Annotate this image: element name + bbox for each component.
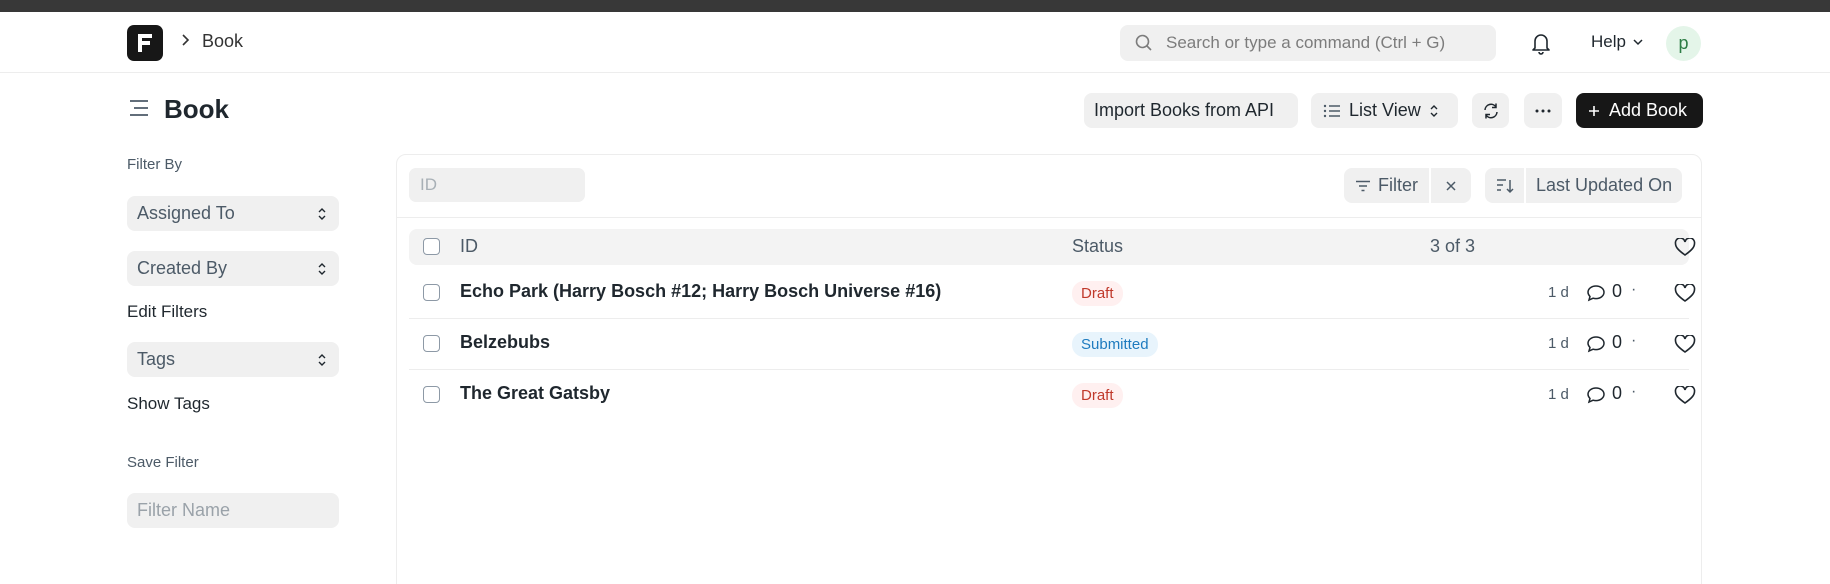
- table-row[interactable]: The Great Gatsby Draft 1 d 0 ·: [409, 370, 1696, 421]
- like-heart-icon[interactable]: [1674, 334, 1696, 359]
- app-logo[interactable]: [127, 25, 163, 61]
- assigned-to-label: Assigned To: [137, 203, 235, 223]
- edit-filters-link[interactable]: Edit Filters: [127, 302, 207, 322]
- close-icon: [1446, 180, 1456, 191]
- more-actions-button[interactable]: [1524, 93, 1562, 128]
- help-dropdown[interactable]: Help: [1591, 32, 1644, 52]
- status-badge: Submitted: [1072, 332, 1158, 357]
- assigned-to-select[interactable]: Assigned To: [127, 196, 339, 231]
- page-title: Book: [164, 94, 229, 124]
- column-header-id: ID: [460, 236, 478, 256]
- record-count: 3 of 3: [1430, 236, 1476, 256]
- breadcrumb-book[interactable]: Book: [202, 31, 243, 52]
- show-tags-link[interactable]: Show Tags: [127, 394, 210, 414]
- row-checkbox[interactable]: [423, 386, 440, 403]
- filter-group: Filter: [1344, 168, 1471, 203]
- search-icon: [1135, 34, 1153, 57]
- like-heart-icon[interactable]: [1674, 385, 1696, 410]
- comment-icon: [1586, 335, 1606, 358]
- import-books-button[interactable]: Import Books from API: [1084, 93, 1298, 128]
- comment-count: 0: [1612, 383, 1623, 403]
- divider: [397, 217, 1701, 218]
- updown-chevron-icon: [318, 208, 326, 220]
- separator-dot: ·: [1631, 383, 1637, 400]
- help-label: Help: [1591, 32, 1626, 51]
- tags-select[interactable]: Tags: [127, 342, 339, 377]
- table-header: ID Status 3 of 3: [409, 229, 1696, 265]
- sort-descending-icon: [1496, 178, 1514, 193]
- row-age: 1 d: [1548, 386, 1569, 403]
- filter-icon: [1356, 180, 1370, 191]
- comment-count: 0: [1612, 281, 1623, 301]
- filter-name-input[interactable]: Filter Name: [127, 493, 339, 528]
- search-input[interactable]: Search or type a command (Ctrl + G): [1166, 33, 1445, 53]
- navbar: Book Search or type a command (Ctrl + G)…: [0, 12, 1830, 73]
- sort-direction-button[interactable]: [1485, 168, 1524, 203]
- chevron-down-icon: [1633, 39, 1643, 46]
- list-panel: ID Filter Last Updated On ID Status 3 of…: [396, 154, 1702, 584]
- row-age: 1 d: [1548, 284, 1569, 301]
- sort-group: Last Updated On: [1485, 168, 1683, 203]
- row-checkbox[interactable]: [423, 335, 440, 352]
- id-filter-input[interactable]: ID: [409, 168, 585, 202]
- liked-filter-heart-icon[interactable]: [1674, 237, 1696, 262]
- status-badge: Draft: [1072, 281, 1123, 306]
- filter-button[interactable]: Filter: [1344, 168, 1429, 203]
- sort-field-label: Last Updated On: [1536, 175, 1673, 195]
- table-row[interactable]: Belzebubs Submitted 1 d 0 ·: [409, 319, 1696, 370]
- chevron-right-icon: [180, 32, 190, 52]
- created-by-label: Created By: [137, 258, 228, 278]
- row-title[interactable]: Belzebubs: [460, 332, 550, 353]
- refresh-button[interactable]: [1472, 93, 1509, 128]
- add-book-label: Add Book: [1609, 100, 1688, 120]
- refresh-icon: [1483, 103, 1498, 118]
- row-age: 1 d: [1548, 335, 1569, 352]
- status-badge: Draft: [1072, 383, 1123, 408]
- separator-dot: ·: [1631, 332, 1637, 349]
- row-checkbox[interactable]: [423, 284, 440, 301]
- column-header-status: Status: [1072, 236, 1124, 256]
- filter-label: Filter: [1378, 175, 1418, 195]
- list-icon: [1323, 104, 1340, 117]
- row-title[interactable]: The Great Gatsby: [460, 383, 610, 404]
- comment-icon: [1586, 284, 1606, 307]
- table-row[interactable]: Echo Park (Harry Bosch #12; Harry Bosch …: [409, 268, 1696, 319]
- sidebar-toggle-icon[interactable]: [128, 98, 150, 123]
- import-books-label: Import Books from API: [1094, 100, 1275, 120]
- comment-icon: [1586, 386, 1606, 409]
- more-dots-icon: [1535, 109, 1551, 112]
- plus-icon: [1589, 105, 1599, 116]
- notifications-bell-icon[interactable]: [1530, 31, 1552, 60]
- add-book-button[interactable]: Add Book: [1576, 93, 1703, 128]
- updown-chevron-icon: [318, 263, 326, 275]
- filter-by-label: Filter By: [127, 156, 183, 173]
- avatar[interactable]: p: [1666, 26, 1701, 61]
- frappe-logo-icon: [138, 34, 152, 52]
- like-heart-icon[interactable]: [1674, 283, 1696, 308]
- comment-count: 0: [1612, 332, 1623, 352]
- row-title[interactable]: Echo Park (Harry Bosch #12; Harry Bosch …: [460, 281, 941, 302]
- save-filter-label: Save Filter: [127, 454, 199, 471]
- search-bar[interactable]: Search or type a command (Ctrl + G): [1120, 25, 1496, 61]
- sort-field-selector[interactable]: Last Updated On: [1526, 168, 1683, 203]
- select-all-checkbox[interactable]: [423, 238, 440, 255]
- updown-chevron-icon: [1430, 104, 1438, 117]
- list-view-label: List View: [1349, 100, 1421, 120]
- page-header: Book Import Books from API List View Add…: [0, 73, 1830, 153]
- browser-top-strip: [0, 0, 1830, 12]
- tags-label: Tags: [137, 349, 176, 369]
- clear-filters-button[interactable]: [1431, 168, 1471, 203]
- list-view-selector[interactable]: List View: [1311, 93, 1458, 128]
- separator-dot: ·: [1631, 281, 1637, 298]
- updown-chevron-icon: [318, 354, 326, 366]
- created-by-select[interactable]: Created By: [127, 251, 339, 286]
